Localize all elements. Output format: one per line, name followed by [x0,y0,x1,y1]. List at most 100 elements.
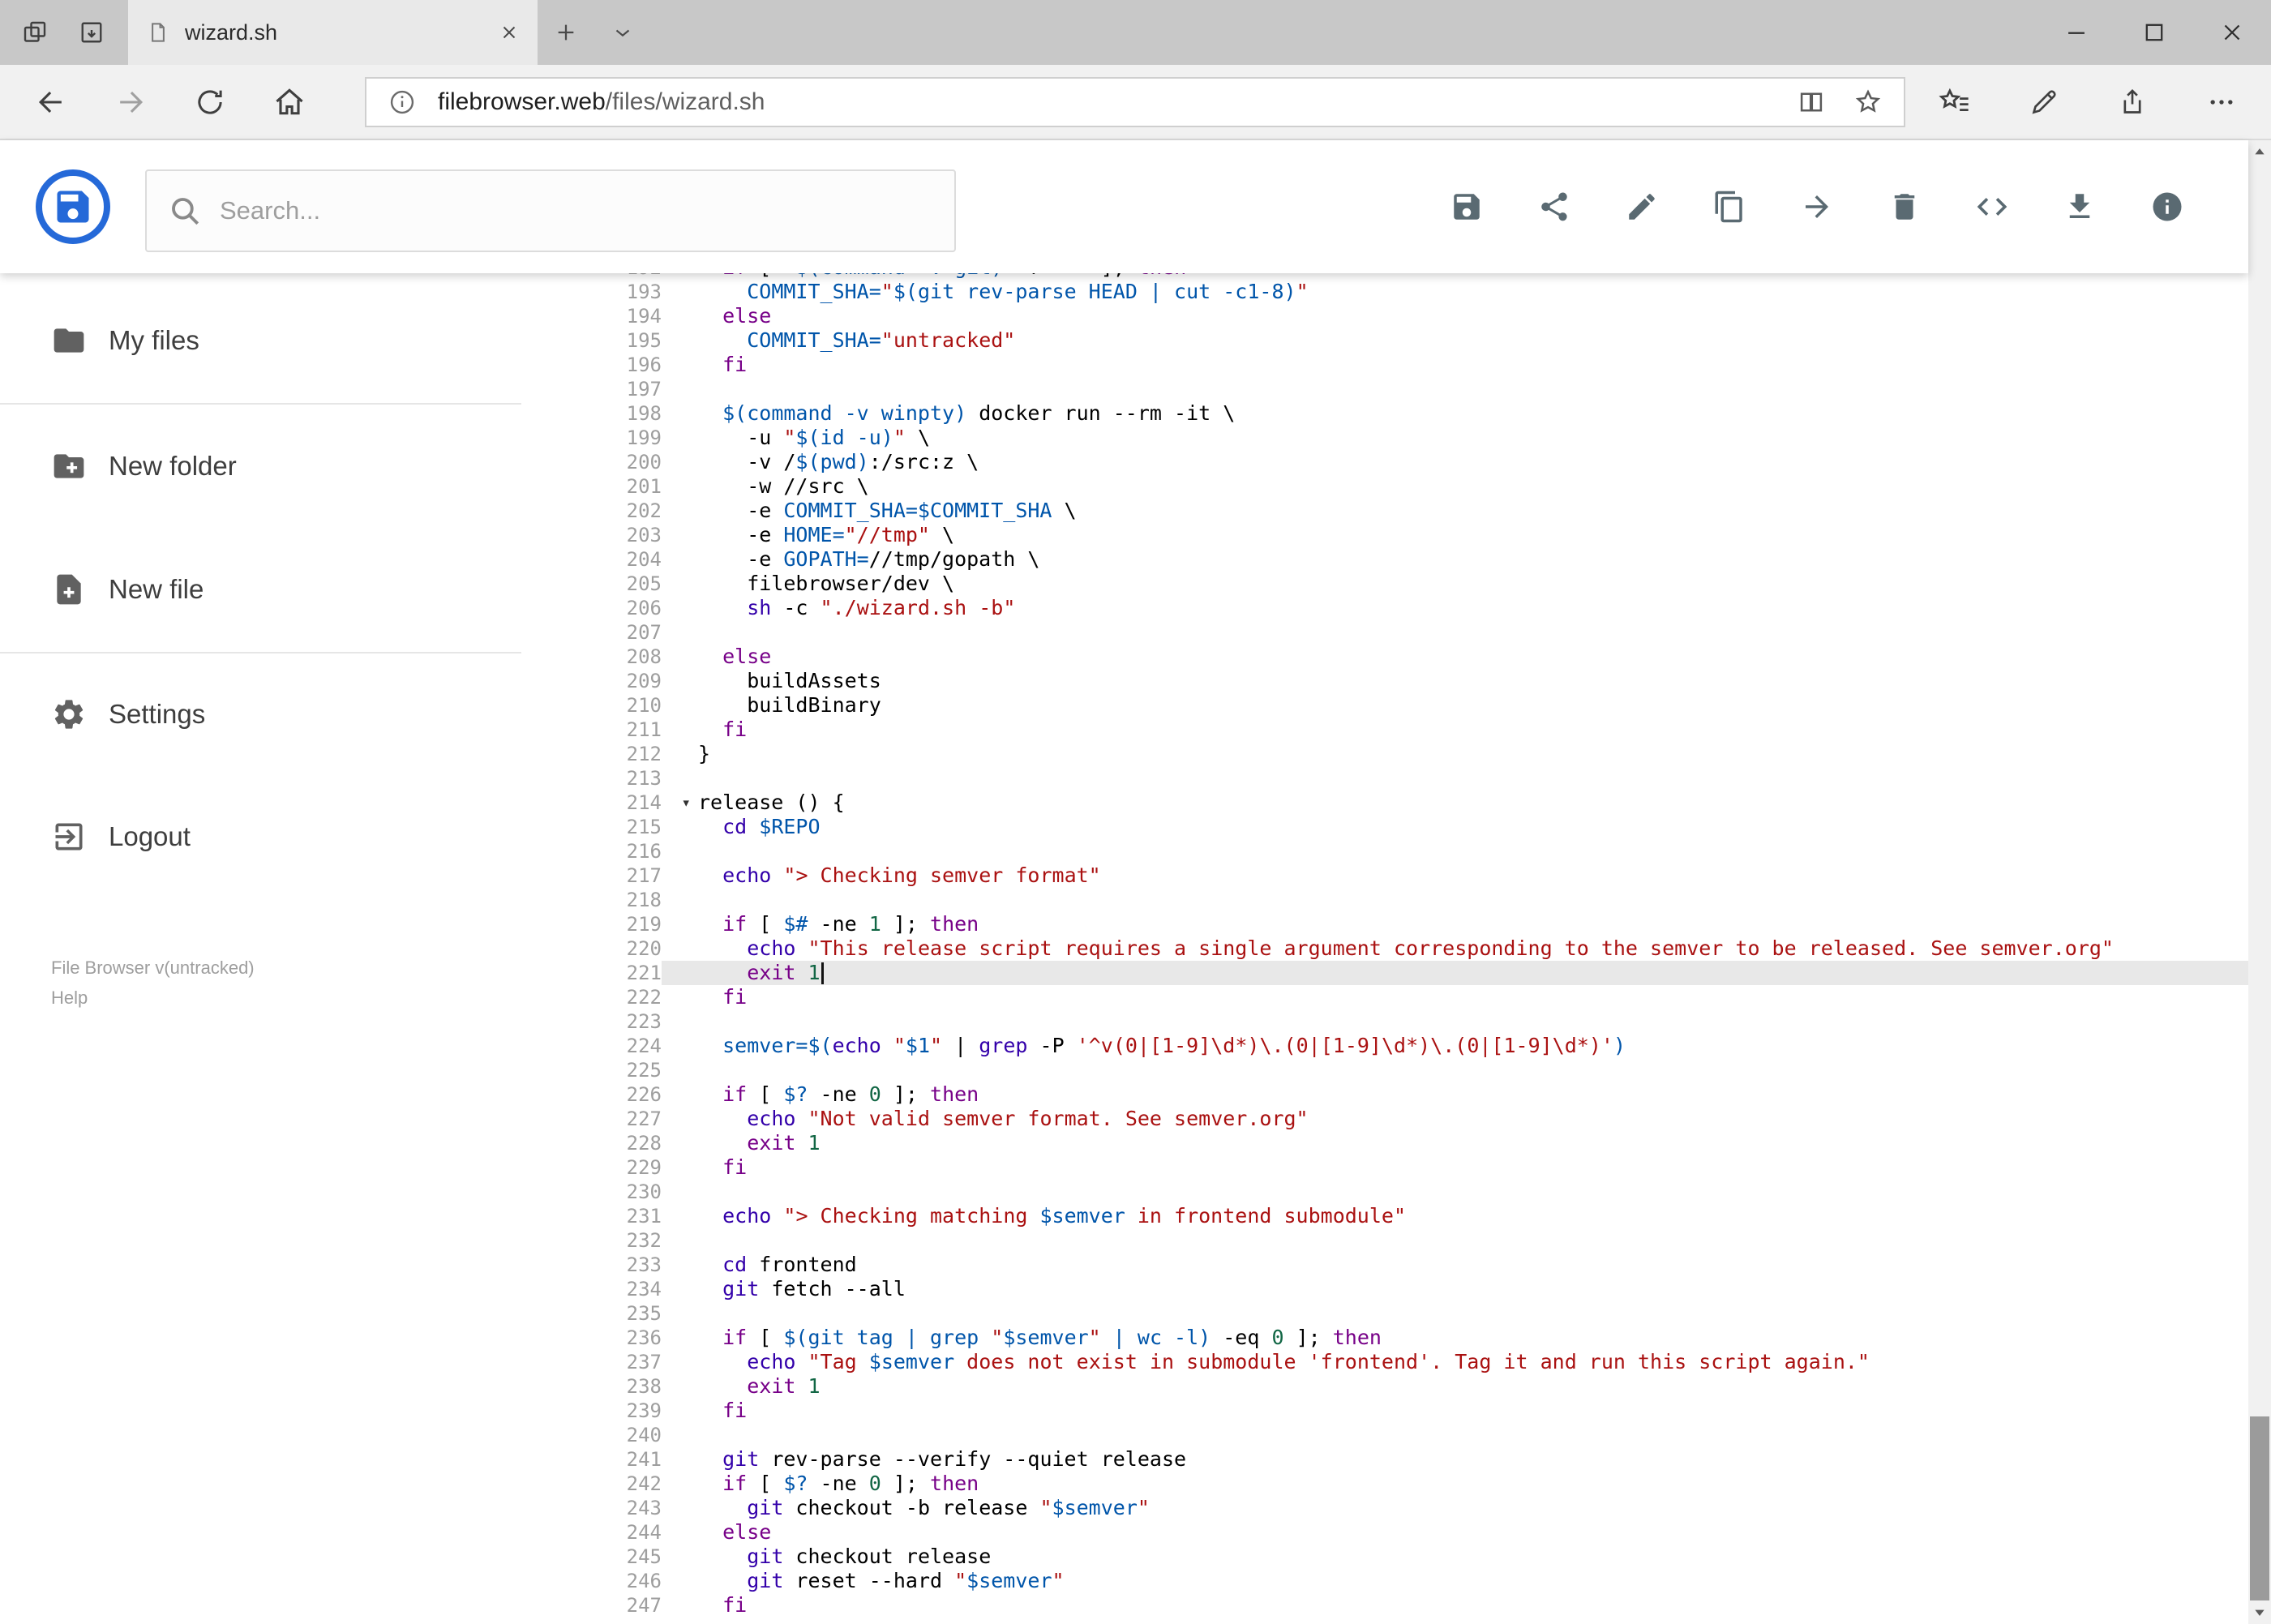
browser-tab[interactable]: wizard.sh [128,0,538,65]
delete-button[interactable] [1882,184,1927,229]
reading-view-icon[interactable] [1790,87,1832,118]
code-line-text[interactable]: -e COMMIT_SHA=$COMMIT_SHA \ [662,499,2248,523]
code-line-text[interactable]: if [ $? -ne 0 ]; then [662,1472,2248,1496]
code-line-text[interactable]: -u "$(id -u)" \ [662,426,2248,450]
code-line[interactable]: 201 -w //src \ [521,474,2248,499]
code-line-text[interactable]: release () { [662,791,2248,815]
code-line[interactable]: 244 else [521,1520,2248,1545]
code-line-text[interactable]: echo "This release script requires a sin… [662,936,2248,961]
hub-favorites-icon[interactable] [1915,85,1995,119]
code-line-text[interactable]: semver=$(echo "$1" | grep -P '^v(0|[1-9]… [662,1034,2248,1058]
code-line[interactable]: 205 filebrowser/dev \ [521,572,2248,596]
scroll-down-arrow-icon[interactable] [2248,1601,2271,1624]
code-line-text[interactable]: } [662,742,2248,766]
scrollbar-thumb[interactable] [2250,1416,2269,1600]
code-line[interactable]: 221 exit 1 [521,961,2248,985]
home-button[interactable] [250,84,329,120]
code-line-text[interactable]: else [662,304,2248,328]
code-line[interactable]: 245 git checkout release [521,1545,2248,1569]
code-line[interactable]: 217 echo "> Checking semver format" [521,863,2248,888]
tab-list-chevron-icon[interactable] [594,0,651,65]
code-line[interactable]: 241 git rev-parse --verify --quiet relea… [521,1447,2248,1472]
code-line[interactable]: 236 if [ $(git tag | grep "$semver" | wc… [521,1326,2248,1350]
code-line-text[interactable]: fi [662,718,2248,742]
code-line[interactable]: 242 if [ $? -ne 0 ]; then [521,1472,2248,1496]
code-line-text[interactable]: sh -c "./wizard.sh -b" [662,596,2248,620]
code-line-text[interactable] [662,1180,2248,1204]
code-line[interactable]: 206 sh -c "./wizard.sh -b" [521,596,2248,620]
sidebar-item-my-files[interactable]: My files [0,306,521,375]
code-line-text[interactable]: git checkout release [662,1545,2248,1569]
code-line[interactable]: 240 [521,1423,2248,1447]
code-line[interactable]: 222 fi [521,985,2248,1009]
code-line[interactable]: 192 if [ "$(command -v git)" != "" ]; th… [521,273,2248,280]
code-line-text[interactable]: git checkout -b release "$semver" [662,1496,2248,1520]
sidebar-item-settings[interactable]: Settings [0,679,521,749]
page-info-icon[interactable] [381,88,423,117]
close-button[interactable] [2193,0,2271,65]
code-line-text[interactable]: exit 1 [662,1131,2248,1155]
code-line-text[interactable] [662,888,2248,912]
info-button[interactable] [2145,184,2190,229]
search-box[interactable] [145,169,956,252]
code-line[interactable]: 212} [521,742,2248,766]
code-line[interactable]: 235 [521,1301,2248,1326]
download-button[interactable] [2057,184,2102,229]
code-line[interactable]: 202 -e COMMIT_SHA=$COMMIT_SHA \ [521,499,2248,523]
code-line-text[interactable]: filebrowser/dev \ [662,572,2248,596]
code-line[interactable]: 234 git fetch --all [521,1277,2248,1301]
address-bar[interactable]: filebrowser.web/files/wizard.sh [365,76,1905,127]
code-line[interactable]: 238 exit 1 [521,1374,2248,1399]
code-line-text[interactable] [662,839,2248,863]
code-line-text[interactable]: -e HOME="//tmp" \ [662,523,2248,547]
code-line[interactable]: 231 echo "> Checking matching $semver in… [521,1204,2248,1228]
code-line-text[interactable]: $(command -v winpty) docker run --rm -it… [662,401,2248,426]
code-line-text[interactable]: echo "Not valid semver format. See semve… [662,1107,2248,1131]
code-line-text[interactable]: buildAssets [662,669,2248,693]
sidebar-item-new-folder[interactable]: New folder [0,431,521,501]
code-line-text[interactable] [662,620,2248,645]
code-editor[interactable]: 192 if [ "$(command -v git)" != "" ]; th… [521,273,2248,1624]
share-icon[interactable] [2093,86,2172,118]
code-line-text[interactable]: cd frontend [662,1253,2248,1277]
code-line-text[interactable]: COMMIT_SHA="untracked" [662,328,2248,353]
code-line-text[interactable]: fi [662,1593,2248,1618]
code-line-text[interactable]: cd $REPO [662,815,2248,839]
help-link[interactable]: Help [51,983,255,1013]
code-line[interactable]: 209 buildAssets [521,669,2248,693]
save-button[interactable] [1444,184,1489,229]
code-line-text[interactable]: fi [662,985,2248,1009]
scroll-up-arrow-icon[interactable] [2248,140,2271,163]
code-line-text[interactable]: if [ $? -ne 0 ]; then [662,1082,2248,1107]
code-line-text[interactable]: git reset --hard "$semver" [662,1569,2248,1593]
code-line[interactable]: 219 if [ $# -ne 1 ]; then [521,912,2248,936]
set-tabs-aside-icon[interactable] [63,0,120,65]
code-line[interactable]: 233 cd frontend [521,1253,2248,1277]
code-line-text[interactable]: git fetch --all [662,1277,2248,1301]
code-line-text[interactable]: fi [662,353,2248,377]
code-line-text[interactable]: if [ $# -ne 1 ]; then [662,912,2248,936]
annotate-pen-icon[interactable] [2004,86,2084,118]
code-line[interactable]: 224 semver=$(echo "$1" | grep -P '^v(0|[… [521,1034,2248,1058]
code-line[interactable]: 226 if [ $? -ne 0 ]; then [521,1082,2248,1107]
code-line[interactable]: 246 git reset --hard "$semver" [521,1569,2248,1593]
refresh-button[interactable] [170,85,250,119]
code-line-text[interactable] [662,1423,2248,1447]
code-line[interactable]: 229 fi [521,1155,2248,1180]
code-line[interactable]: 211 fi [521,718,2248,742]
favorite-star-icon[interactable] [1847,87,1889,118]
code-line-text[interactable] [662,1301,2248,1326]
code-line-text[interactable]: buildBinary [662,693,2248,718]
code-line[interactable]: 193 COMMIT_SHA="$(git rev-parse HEAD | c… [521,280,2248,304]
code-line[interactable]: 232 [521,1228,2248,1253]
code-line-text[interactable] [662,1058,2248,1082]
code-line[interactable]: 198 $(command -v winpty) docker run --rm… [521,401,2248,426]
code-line[interactable]: 216 [521,839,2248,863]
code-line[interactable]: 195 COMMIT_SHA="untracked" [521,328,2248,353]
forward-button[interactable] [91,84,170,120]
maximize-button[interactable] [2115,0,2193,65]
code-line[interactable]: 200 -v /$(pwd):/src:z \ [521,450,2248,474]
code-line-text[interactable]: echo "> Checking semver format" [662,863,2248,888]
code-line[interactable]: 203 -e HOME="//tmp" \ [521,523,2248,547]
code-line[interactable]: 230 [521,1180,2248,1204]
